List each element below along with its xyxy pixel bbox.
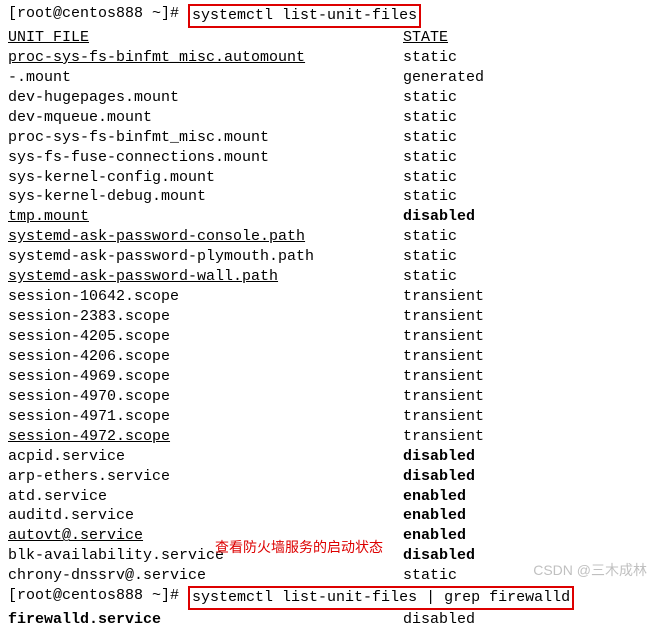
unit-cell: sys-fs-fuse-connections.mount	[8, 148, 403, 168]
state-cell: static	[403, 108, 653, 128]
table-row: -.mountgenerated	[0, 68, 653, 88]
state-cell: transient	[403, 407, 653, 427]
state-cell: generated	[403, 68, 653, 88]
header-state: STATE	[403, 28, 653, 48]
prompt-line-2: [root@centos888 ~]# systemctl list-unit-…	[0, 586, 653, 610]
unit-cell: atd.service	[8, 487, 403, 507]
unit-files-list: proc-sys-fs-binfmt_misc.automountstatic-…	[0, 48, 653, 586]
unit-cell: systemd-ask-password-console.path	[8, 227, 403, 247]
table-row: session-4971.scopetransient	[0, 407, 653, 427]
state-cell: disabled	[403, 447, 653, 467]
state-cell: static	[403, 128, 653, 148]
table-row: auditd.serviceenabled	[0, 506, 653, 526]
state-cell: enabled	[403, 526, 653, 546]
unit-cell: sys-kernel-config.mount	[8, 168, 403, 188]
table-header: UNIT FILESTATE	[0, 28, 653, 48]
command-text-1[interactable]: systemctl list-unit-files	[192, 7, 417, 24]
unit-cell: session-2383.scope	[8, 307, 403, 327]
state-cell: transient	[403, 367, 653, 387]
unit-cell: arp-ethers.service	[8, 467, 403, 487]
table-row: sys-kernel-config.mountstatic	[0, 168, 653, 188]
state-cell: transient	[403, 347, 653, 367]
state-cell: static	[403, 48, 653, 68]
unit-cell: auditd.service	[8, 506, 403, 526]
watermark: CSDN @三木成林	[533, 560, 647, 580]
shell-prompt: [root@centos888 ~]#	[8, 4, 188, 28]
state-cell: static	[403, 187, 653, 207]
state-cell: disabled	[403, 207, 653, 227]
state-cell: static	[403, 88, 653, 108]
table-row: session-2383.scopetransient	[0, 307, 653, 327]
unit-cell: acpid.service	[8, 447, 403, 467]
shell-prompt-2: [root@centos888 ~]#	[8, 586, 188, 610]
table-row: session-4205.scopetransient	[0, 327, 653, 347]
header-unit: UNIT FILE	[8, 28, 403, 48]
unit-cell: proc-sys-fs-binfmt_misc.mount	[8, 128, 403, 148]
state-cell: transient	[403, 427, 653, 447]
table-row: systemd-ask-password-console.pathstatic	[0, 227, 653, 247]
grep-state: disabled	[403, 610, 653, 630]
table-row: sys-fs-fuse-connections.mountstatic	[0, 148, 653, 168]
table-row: session-4972.scopetransient	[0, 427, 653, 447]
unit-cell: proc-sys-fs-binfmt_misc.automount	[8, 48, 403, 68]
table-row: proc-sys-fs-binfmt_misc.mountstatic	[0, 128, 653, 148]
command-highlight-1: systemctl list-unit-files	[188, 4, 421, 28]
table-row: proc-sys-fs-binfmt_misc.automountstatic	[0, 48, 653, 68]
unit-cell: tmp.mount	[8, 207, 403, 227]
state-cell: enabled	[403, 506, 653, 526]
unit-cell: session-4971.scope	[8, 407, 403, 427]
table-row: tmp.mountdisabled	[0, 207, 653, 227]
state-cell: disabled	[403, 467, 653, 487]
unit-cell: session-4970.scope	[8, 387, 403, 407]
grep-result-row: firewalld.servicedisabled	[0, 610, 653, 630]
unit-cell: chrony-dnssrv@.service	[8, 566, 403, 586]
table-row: dev-mqueue.mountstatic	[0, 108, 653, 128]
prompt-line-1: [root@centos888 ~]# systemctl list-unit-…	[0, 4, 653, 28]
state-cell: transient	[403, 387, 653, 407]
unit-cell: dev-hugepages.mount	[8, 88, 403, 108]
state-cell: transient	[403, 327, 653, 347]
table-row: session-4970.scopetransient	[0, 387, 653, 407]
table-row: arp-ethers.servicedisabled	[0, 467, 653, 487]
command-highlight-2: systemctl list-unit-files | grep firewal…	[188, 586, 574, 610]
state-cell: static	[403, 168, 653, 188]
state-cell: static	[403, 247, 653, 267]
annotation-text: 查看防火墙服务的启动状态	[215, 537, 383, 557]
state-cell: static	[403, 267, 653, 287]
state-cell: transient	[403, 287, 653, 307]
table-row: session-4969.scopetransient	[0, 367, 653, 387]
unit-cell: session-4205.scope	[8, 327, 403, 347]
table-row: systemd-ask-password-wall.pathstatic	[0, 267, 653, 287]
unit-cell: session-4206.scope	[8, 347, 403, 367]
table-row: systemd-ask-password-plymouth.pathstatic	[0, 247, 653, 267]
unit-cell: session-4969.scope	[8, 367, 403, 387]
unit-cell: session-4972.scope	[8, 427, 403, 447]
unit-cell: -.mount	[8, 68, 403, 88]
state-cell: transient	[403, 307, 653, 327]
unit-cell: systemd-ask-password-wall.path	[8, 267, 403, 287]
unit-cell: dev-mqueue.mount	[8, 108, 403, 128]
table-row: sys-kernel-debug.mountstatic	[0, 187, 653, 207]
unit-cell: session-10642.scope	[8, 287, 403, 307]
table-row: atd.serviceenabled	[0, 487, 653, 507]
table-row: session-4206.scopetransient	[0, 347, 653, 367]
grep-unit: firewalld.service	[8, 610, 403, 630]
state-cell: static	[403, 227, 653, 247]
unit-cell: sys-kernel-debug.mount	[8, 187, 403, 207]
table-row: session-10642.scopetransient	[0, 287, 653, 307]
table-row: dev-hugepages.mountstatic	[0, 88, 653, 108]
state-cell: enabled	[403, 487, 653, 507]
table-row: acpid.servicedisabled	[0, 447, 653, 467]
unit-cell: systemd-ask-password-plymouth.path	[8, 247, 403, 267]
command-text-2[interactable]: systemctl list-unit-files | grep firewal…	[192, 589, 570, 606]
state-cell: static	[403, 148, 653, 168]
